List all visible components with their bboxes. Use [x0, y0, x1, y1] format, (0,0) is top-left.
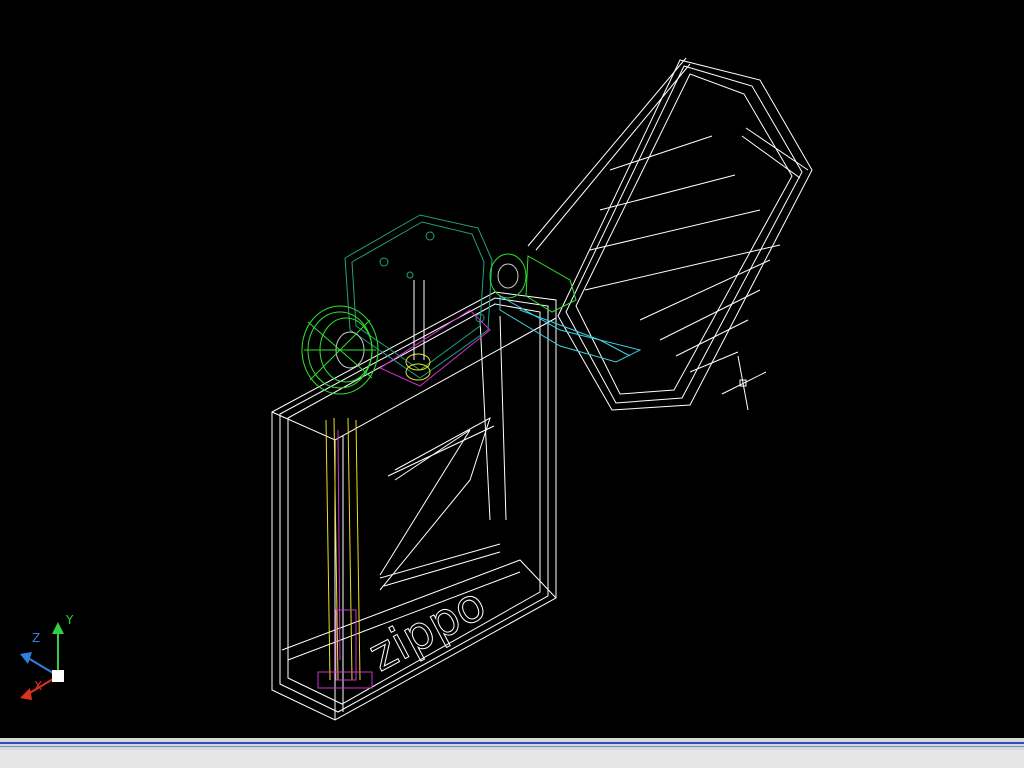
ucs-z-label: Z — [32, 631, 40, 645]
ucs-x-label: X — [34, 679, 42, 693]
status-divider — [0, 742, 1024, 744]
lid-wireframe — [527, 57, 813, 411]
ucs-y-label: Y — [65, 613, 74, 627]
drawing-canvas[interactable]: zippo Y Z X — [0, 0, 1024, 738]
crosshair-cursor — [721, 355, 767, 411]
status-bar — [0, 738, 1024, 768]
status-divider-secondary — [0, 746, 1024, 747]
flint-wheel — [301, 305, 379, 395]
drawing-viewport[interactable]: zippo Y Z X — [0, 0, 1024, 738]
ucs-icon: Y Z X — [20, 613, 74, 700]
status-bar-face — [0, 750, 1024, 768]
hinge-cam — [489, 253, 642, 363]
logo-engraving: zippo — [359, 576, 494, 683]
logo-text: zippo — [360, 576, 494, 682]
